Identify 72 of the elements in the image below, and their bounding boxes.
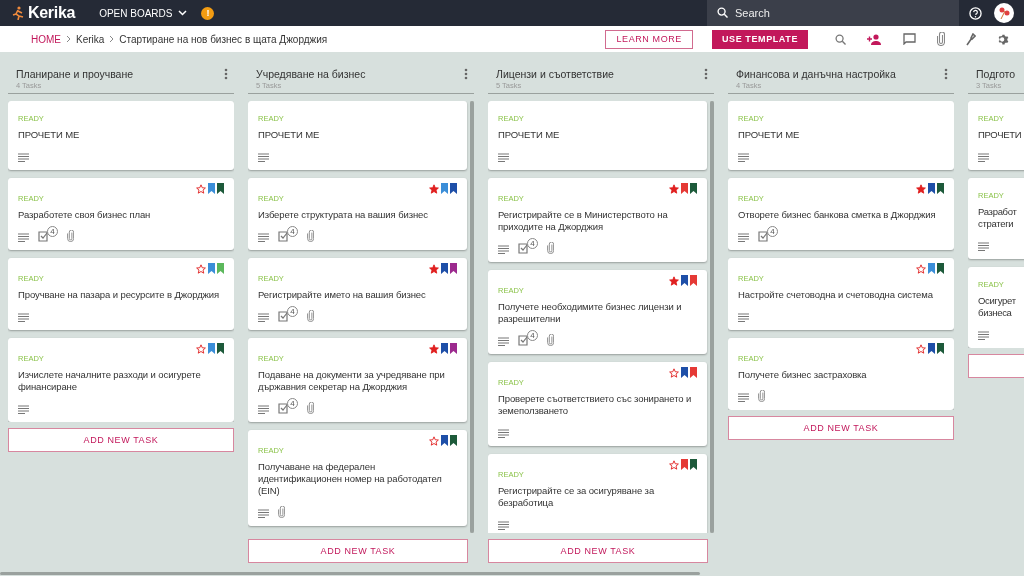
search-icon bbox=[717, 7, 728, 18]
logo[interactable]: Kerika bbox=[28, 4, 76, 22]
star-icon[interactable] bbox=[429, 343, 439, 354]
star-icon[interactable] bbox=[429, 263, 439, 274]
more-icon[interactable] bbox=[704, 68, 708, 80]
chevron-icon bbox=[66, 35, 71, 43]
horizontal-scrollbar[interactable] bbox=[0, 571, 700, 575]
task-title: Изберете структурата на вашия бизнес bbox=[258, 209, 429, 221]
column-title: Учредяване на бизнес bbox=[256, 68, 367, 80]
task-title: Осигурет бизнеса bbox=[978, 295, 1017, 319]
star-icon[interactable] bbox=[196, 343, 206, 354]
avatar[interactable] bbox=[994, 3, 1014, 23]
chevron-down-icon bbox=[178, 10, 188, 16]
star-icon[interactable] bbox=[669, 275, 679, 286]
search-field[interactable]: Search bbox=[707, 0, 959, 26]
scrollbar[interactable] bbox=[710, 101, 714, 533]
more-icon[interactable] bbox=[944, 68, 948, 80]
learn-more-button[interactable]: LEARN MORE bbox=[605, 29, 693, 49]
star-icon[interactable] bbox=[429, 183, 439, 194]
star-icon[interactable] bbox=[669, 459, 679, 470]
star-icon[interactable] bbox=[669, 367, 679, 378]
task-title: Проверете съответствието със зонирането и земеползването bbox=[498, 393, 693, 417]
star-icon[interactable] bbox=[916, 343, 926, 354]
column-title: Лицензи и съответствие bbox=[496, 68, 615, 80]
wrench-icon[interactable] bbox=[966, 32, 976, 46]
task-title: Получете необходимите бизнес лицензи и разрешителни bbox=[498, 301, 683, 325]
star-icon[interactable] bbox=[196, 183, 206, 194]
search-icon[interactable] bbox=[835, 33, 846, 45]
column-title: Подгото bbox=[976, 68, 1017, 80]
task-title: ПРОЧЕТИ МЕ bbox=[498, 129, 561, 141]
paperclip-icon[interactable] bbox=[937, 32, 945, 46]
task-title: Регистрирайте името на вашия бизнес bbox=[258, 289, 427, 301]
breadcrumb-link[interactable]: Kerika bbox=[76, 33, 105, 45]
task-title: Получете бизнес застраховка bbox=[738, 369, 868, 381]
runner-icon bbox=[12, 6, 24, 20]
add-person-icon[interactable] bbox=[867, 33, 882, 45]
add-task-button[interactable]: ADD NEW TASK bbox=[488, 539, 708, 563]
task-title: Настройте счетоводна и счетоводна система bbox=[738, 289, 934, 301]
task-title: Регистрирайте се за осигуряване за безработица bbox=[498, 485, 656, 509]
task-title: Изчислете началните разходи и осигурете финансиране bbox=[18, 369, 202, 393]
add-task-button[interactable]: ADD NEW TASK bbox=[248, 539, 468, 563]
task-title: ПРОЧЕТИ МЕ bbox=[258, 129, 321, 141]
star-icon[interactable] bbox=[916, 263, 926, 274]
add-task-button[interactable]: ADD NEW TASK bbox=[8, 428, 234, 452]
task-title: Регистрирайте се в Министерството на приходите на Джорджия bbox=[498, 209, 669, 233]
task-title: Проучване на пазара и ресурсите в Джорджия bbox=[18, 289, 221, 301]
task-title: Получаване на федерален идентификационен номер на работодател (EIN) bbox=[258, 461, 443, 497]
column-title: Финансова и данъчна настройка bbox=[736, 68, 897, 80]
board-title: Стартиране на нов бизнес в щата Джорджия bbox=[119, 33, 328, 45]
star-icon[interactable] bbox=[429, 435, 439, 446]
star-icon[interactable] bbox=[196, 263, 206, 274]
chat-icon[interactable] bbox=[903, 33, 916, 45]
task-title: Подаване на документи за учредяване при държавния секретар на Джорджия bbox=[258, 369, 446, 393]
task-title: ПРОЧЕТИ МЕ bbox=[738, 129, 801, 141]
more-icon[interactable] bbox=[224, 68, 228, 80]
task-title: ПРОЧЕТИ МЕ bbox=[18, 129, 81, 141]
more-icon[interactable] bbox=[464, 68, 468, 80]
star-icon[interactable] bbox=[916, 183, 926, 194]
help-icon[interactable] bbox=[969, 6, 982, 20]
breadcrumb-link[interactable]: HOME bbox=[31, 33, 61, 45]
task-title: Отворете бизнес банкова сметка в Джорджия bbox=[738, 209, 937, 221]
add-task-button[interactable]: ADD NEW TASK bbox=[728, 416, 954, 440]
open-boards-menu[interactable]: OPEN BOARDS bbox=[99, 7, 188, 19]
task-title: Разработ стратеги bbox=[978, 206, 1018, 230]
column-title: Планиране и проучване bbox=[16, 68, 135, 80]
settings-icon[interactable] bbox=[997, 32, 1010, 46]
chevron-icon bbox=[109, 35, 115, 43]
star-icon[interactable] bbox=[669, 183, 679, 194]
scrollbar[interactable] bbox=[470, 101, 474, 533]
task-title: ПРОЧЕТИ bbox=[978, 129, 1023, 141]
task-title: Разработете своя бизнес план bbox=[18, 209, 152, 221]
use-template-button[interactable]: USE TEMPLATE bbox=[711, 29, 808, 49]
